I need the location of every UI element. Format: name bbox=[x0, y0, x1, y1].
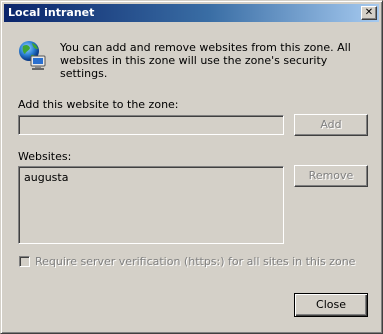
add-button[interactable]: Add bbox=[294, 114, 368, 136]
add-website-input[interactable] bbox=[18, 115, 284, 135]
intranet-globe-icon bbox=[19, 41, 46, 70]
close-icon: ✕ bbox=[364, 7, 374, 18]
window-title: Local intranet bbox=[8, 6, 95, 19]
remove-button[interactable]: Remove bbox=[294, 165, 368, 187]
require-https-checkbox[interactable] bbox=[19, 256, 30, 267]
title-bar[interactable]: Local intranet ✕ bbox=[4, 4, 379, 22]
websites-list[interactable]: augusta bbox=[18, 166, 284, 244]
local-intranet-dialog: Local intranet ✕ You can add and remove … bbox=[0, 0, 383, 334]
close-button[interactable]: Close bbox=[294, 293, 368, 317]
add-website-label: Add this website to the zone: bbox=[18, 98, 179, 111]
websites-label: Websites: bbox=[18, 150, 72, 163]
require-https-label: Require server verification (https:) for… bbox=[35, 255, 356, 268]
zone-description: You can add and remove websites from thi… bbox=[60, 41, 351, 80]
title-close-button[interactable]: ✕ bbox=[361, 6, 377, 20]
list-item[interactable]: augusta bbox=[24, 171, 68, 184]
